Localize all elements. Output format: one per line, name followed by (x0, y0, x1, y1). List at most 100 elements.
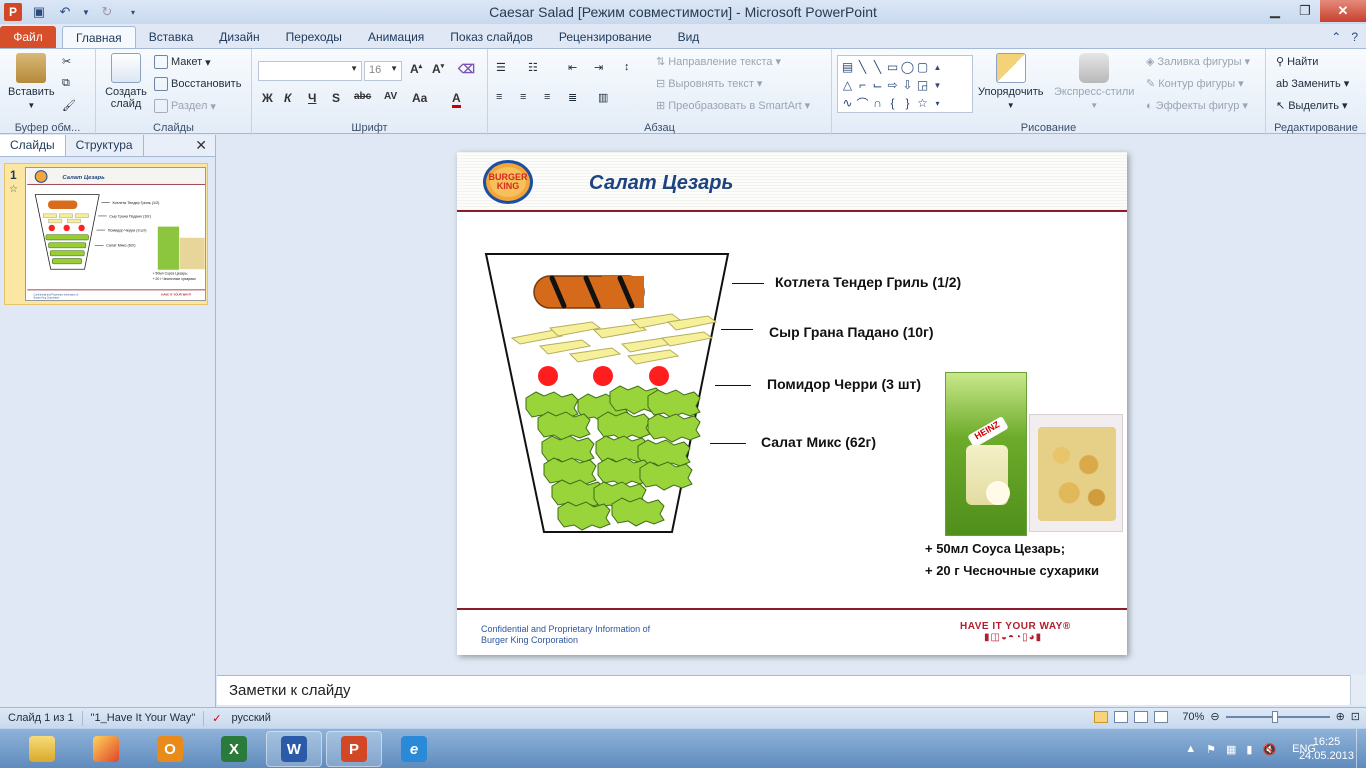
label-cutlet[interactable]: Котлета Тендер Гриль (1/2) (775, 274, 961, 290)
garlic-croutons-packet-image[interactable] (1029, 414, 1123, 532)
clear-formatting-button[interactable]: ⌫ (458, 62, 475, 76)
tab-animations[interactable]: Анимация (355, 26, 437, 48)
signal-icon[interactable]: ▮ (1246, 743, 1252, 756)
close-button[interactable]: ✕ (1320, 0, 1366, 22)
taskbar-explorer[interactable] (14, 731, 70, 767)
change-case-button[interactable]: Aa (412, 91, 427, 105)
taskbar-excel[interactable]: X (206, 731, 262, 767)
brace-right-shape-icon[interactable]: } (900, 94, 915, 112)
line-shape-icon[interactable]: ╲ (855, 58, 870, 76)
underline-button[interactable]: Ч (308, 91, 316, 105)
tab-slides[interactable]: Слайды (0, 135, 66, 156)
align-left-button[interactable]: ≡ (496, 91, 502, 103)
label-salad[interactable]: Салат Микс (62г) (761, 434, 876, 450)
justify-button[interactable]: ≣ (568, 91, 577, 104)
tab-slideshow[interactable]: Показ слайдов (437, 26, 546, 48)
gallery-down-icon[interactable]: ▼ (930, 76, 945, 94)
arrange-button[interactable]: Упорядочить ▼ (978, 53, 1043, 110)
restore-button[interactable]: ❐ (1290, 0, 1320, 22)
zoom-slider[interactable] (1225, 710, 1330, 723)
fit-to-window-icon[interactable]: ⊡ (1351, 710, 1360, 723)
slideshow-view-button[interactable] (1154, 710, 1169, 723)
gallery-more-icon[interactable]: ▾ (930, 94, 945, 112)
arc-shape-icon[interactable]: ⌒ (855, 94, 870, 112)
shadow-button[interactable]: S (332, 91, 340, 105)
reading-view-button[interactable] (1134, 710, 1149, 723)
brace-left-shape-icon[interactable]: { (885, 94, 900, 112)
layout-button[interactable]: Макет ▾ (154, 55, 211, 69)
font-color-button[interactable]: A (452, 91, 461, 108)
salad-cup-illustration[interactable] (482, 250, 732, 540)
decrease-indent-button[interactable]: ⇤ (568, 61, 577, 74)
new-slide-button[interactable]: Создать слайд (104, 53, 148, 110)
italic-button[interactable]: К (284, 91, 291, 105)
language-indicator[interactable]: ✓ русский (204, 711, 279, 726)
rectangle-shape-icon[interactable]: ▭ (885, 58, 900, 76)
align-center-button[interactable]: ≡ (520, 91, 526, 103)
font-size-combo[interactable]: 16 ▼ (364, 61, 402, 81)
shape-effects-button[interactable]: ◐ Эффекты фигур ▾ (1146, 99, 1248, 113)
triangle-shape-icon[interactable]: △ (840, 76, 855, 94)
slide-thumbnail-selected[interactable]: 1 ☆ Салат Цезарь Котлета Тендер Гриль (1… (4, 163, 208, 305)
redo-icon[interactable]: ↻ (98, 4, 116, 20)
bold-button[interactable]: Ж (262, 91, 273, 105)
slide-canvas[interactable]: BURGER KING Салат Цезарь Котлета Тендер … (457, 152, 1127, 655)
right-arrow-shape-icon[interactable]: ⇨ (885, 76, 900, 94)
tab-file[interactable]: Файл (0, 26, 56, 48)
notes-scrollbar[interactable] (1350, 675, 1366, 705)
undo-icon[interactable]: ↶ (56, 4, 74, 20)
font-name-combo[interactable]: ▼ (258, 61, 362, 81)
label-cheese[interactable]: Сыр Грана Падано (10г) (769, 324, 934, 340)
align-right-button[interactable]: ≡ (544, 91, 550, 103)
zoom-in-icon[interactable]: ⊕ (1336, 710, 1345, 723)
zoom-out-icon[interactable]: ⊖ (1210, 710, 1219, 723)
spacing-button[interactable]: AV (384, 91, 397, 102)
zoom-level[interactable]: 70% (1182, 711, 1204, 723)
shape-fill-button[interactable]: ◈ Заливка фигуры ▾ (1146, 55, 1250, 69)
connector-shape-icon[interactable]: ⌐ (855, 76, 870, 94)
gallery-up-icon[interactable]: ▲ (930, 58, 945, 76)
label-tomato[interactable]: Помидор Черри (3 шт) (767, 376, 921, 392)
align-text-button[interactable]: ⊟ Выровнять текст ▾ (656, 77, 762, 91)
increase-indent-button[interactable]: ⇥ (594, 61, 603, 74)
slide-title[interactable]: Салат Цезарь (589, 172, 733, 195)
paste-button[interactable]: Вставить ▼ (8, 53, 55, 110)
curve-shape-icon[interactable]: ∩ (870, 94, 885, 112)
quick-styles-button[interactable]: Экспресс-стили ▼ (1054, 53, 1134, 110)
rounded-rect-shape-icon[interactable]: ▢ (915, 58, 930, 76)
strikethrough-button[interactable]: abc (354, 91, 371, 102)
zoom-slider-thumb[interactable] (1271, 710, 1278, 723)
star-shape-icon[interactable]: ☆ (915, 94, 930, 112)
curve-shape-icon[interactable]: ∿ (840, 94, 855, 112)
find-button[interactable]: ⚲ Найти (1276, 55, 1318, 69)
connector-shape-icon[interactable]: ⌙ (870, 76, 885, 94)
tab-outline[interactable]: Структура (66, 135, 144, 156)
callout-shape-icon[interactable]: ◲ (915, 76, 930, 94)
taskbar-powerpoint[interactable]: P (326, 731, 382, 767)
taskbar-paint[interactable] (78, 731, 134, 767)
text-direction-button[interactable]: ⇅ Направление текста ▾ (656, 55, 781, 69)
reset-button[interactable]: Восстановить (154, 77, 241, 91)
volume-muted-icon[interactable]: 🔇 (1262, 743, 1276, 756)
show-desktop-button[interactable] (1356, 729, 1366, 768)
theme-name[interactable]: "1_Have It Your Way" (83, 710, 205, 726)
taskbar-word[interactable]: W (266, 731, 322, 767)
undo-dropdown-icon[interactable]: ▼ (82, 8, 90, 17)
powerpoint-app-icon[interactable]: P (4, 3, 22, 21)
show-hidden-icons-icon[interactable]: ▲ (1185, 743, 1196, 755)
extra-sauce[interactable]: + 50мл Соуса Цезарь; (925, 541, 1065, 556)
customize-qat-icon[interactable]: ▾ (124, 8, 142, 17)
shape-outline-button[interactable]: ✎ Контур фигуры ▾ (1146, 77, 1244, 91)
copy-button[interactable]: ⧉ (62, 77, 70, 90)
cut-button[interactable]: ✂ (62, 55, 71, 68)
columns-button[interactable]: ▥ (598, 91, 608, 104)
minimize-button[interactable]: ▁ (1260, 0, 1290, 22)
tab-insert[interactable]: Вставка (136, 26, 207, 48)
save-icon[interactable]: ▣ (30, 4, 48, 20)
smartart-button[interactable]: ⊞ Преобразовать в SmartArt ▾ (656, 99, 810, 113)
section-button[interactable]: Раздел ▾ (154, 99, 216, 113)
oval-shape-icon[interactable]: ◯ (900, 58, 915, 76)
shrink-font-button[interactable]: A▾ (432, 62, 444, 76)
taskbar-internet-explorer[interactable]: e (386, 731, 442, 767)
extra-croutons[interactable]: + 20 г Чесночные сухарики (925, 563, 1099, 578)
